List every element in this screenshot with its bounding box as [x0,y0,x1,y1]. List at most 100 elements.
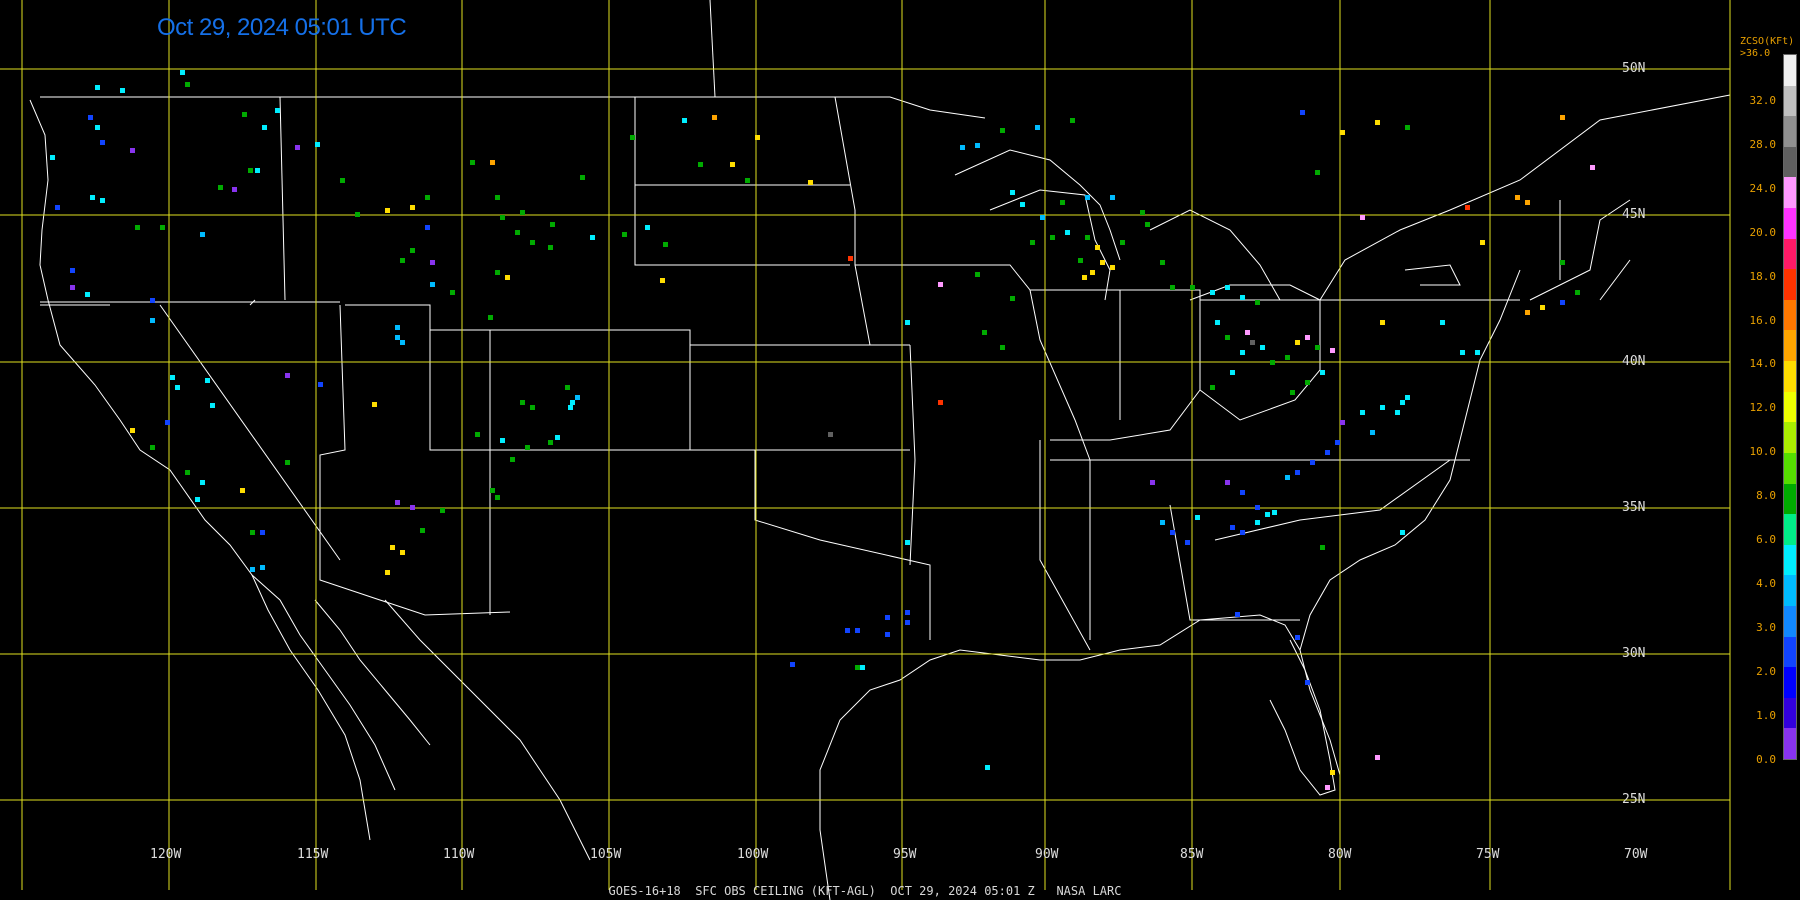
station-marker [90,195,95,200]
legend-label: 2.0 [1756,664,1776,678]
station-marker [390,545,395,550]
station-marker [1160,520,1165,525]
legend-title-line: ZCSO(KFt) [1740,36,1795,47]
legend-label: 14.0 [1749,357,1777,371]
station-marker [1540,305,1545,310]
station-marker [510,457,515,462]
station-marker [150,318,155,323]
footer-caption: GOES-16+18 SFC OBS CEILING (KFT-AGL) OCT… [608,884,1122,898]
station-marker [1000,345,1005,350]
legend-label: 16.0 [1749,313,1777,327]
station-marker [1085,235,1090,240]
lon-label: 80W [1328,847,1352,862]
station-marker [1000,128,1005,133]
station-marker [1230,370,1235,375]
lat-label: 30N [1622,646,1645,661]
station-marker [1575,290,1580,295]
station-marker [1395,410,1400,415]
station-marker [95,85,100,90]
station-marker [1160,260,1165,265]
lat-label: 40N [1622,354,1645,369]
station-marker [1240,295,1245,300]
legend-swatch [1784,544,1796,576]
station-marker [440,508,445,513]
legend-swatch [1784,391,1796,423]
station-marker [905,540,910,545]
station-marker [425,195,430,200]
station-marker [495,495,500,500]
station-marker [318,382,323,387]
station-marker [395,325,400,330]
station-marker [1090,270,1095,275]
legend-swatch [1784,55,1796,86]
station-marker [1240,530,1245,535]
station-marker [1170,530,1175,535]
station-marker [1290,390,1295,395]
station-marker [385,570,390,575]
station-marker [1360,410,1365,415]
station-marker [50,155,55,160]
station-marker [938,400,943,405]
station-marker [1590,165,1595,170]
station-marker [495,195,500,200]
station-marker [505,275,510,280]
legend-swatch [1784,452,1796,484]
station-marker [1285,355,1290,360]
station-marker [848,256,853,261]
station-marker [1560,260,1565,265]
station-marker [663,242,668,247]
station-marker [500,438,505,443]
station-marker [1235,612,1240,617]
legend-label: 20.0 [1749,225,1777,239]
station-marker [395,335,400,340]
station-marker [1195,515,1200,520]
station-marker [660,278,665,283]
lat-labels: 50N 45N 40N 35N 30N 25N [1622,61,1645,807]
station-marker [410,505,415,510]
station-marker [1340,130,1345,135]
legend-label: 4.0 [1756,576,1776,590]
station-marker [1210,385,1215,390]
lat-label: 45N [1622,207,1645,222]
legend-swatch [1784,238,1796,270]
station-marker [180,70,185,75]
station-marker [1060,200,1065,205]
station-marker [242,112,247,117]
legend-swatch [1784,330,1796,362]
station-marker [195,497,200,502]
station-marker [828,432,833,437]
station-marker [100,140,105,145]
legend-label: 18.0 [1749,269,1777,283]
station-marker [425,225,430,230]
station-marker [565,385,570,390]
station-marker [410,248,415,253]
legend-label: 3.0 [1756,620,1776,634]
lon-label: 85W [1180,847,1204,862]
station-marker [1255,505,1260,510]
station-marker [885,632,890,637]
station-marker [1475,350,1480,355]
station-marker [1400,400,1405,405]
lon-label: 120W [150,847,181,862]
station-marker [975,143,980,148]
legend-label: 8.0 [1756,489,1776,503]
station-marker [1380,405,1385,410]
station-marker [130,148,135,153]
station-marker [1225,335,1230,340]
station-marker [1030,240,1035,245]
station-marker [340,178,345,183]
station-marker [295,145,300,150]
station-marker [698,162,703,167]
station-marker [515,230,520,235]
station-marker [160,225,165,230]
station-marker [520,210,525,215]
station-marker [682,118,687,123]
station-marker [1140,210,1145,215]
station-marker [1225,285,1230,290]
station-marker [622,232,627,237]
station-marker [1525,310,1530,315]
station-marker [1120,240,1125,245]
station-marker [1240,490,1245,495]
station-marker [355,212,360,217]
station-marker [1460,350,1465,355]
